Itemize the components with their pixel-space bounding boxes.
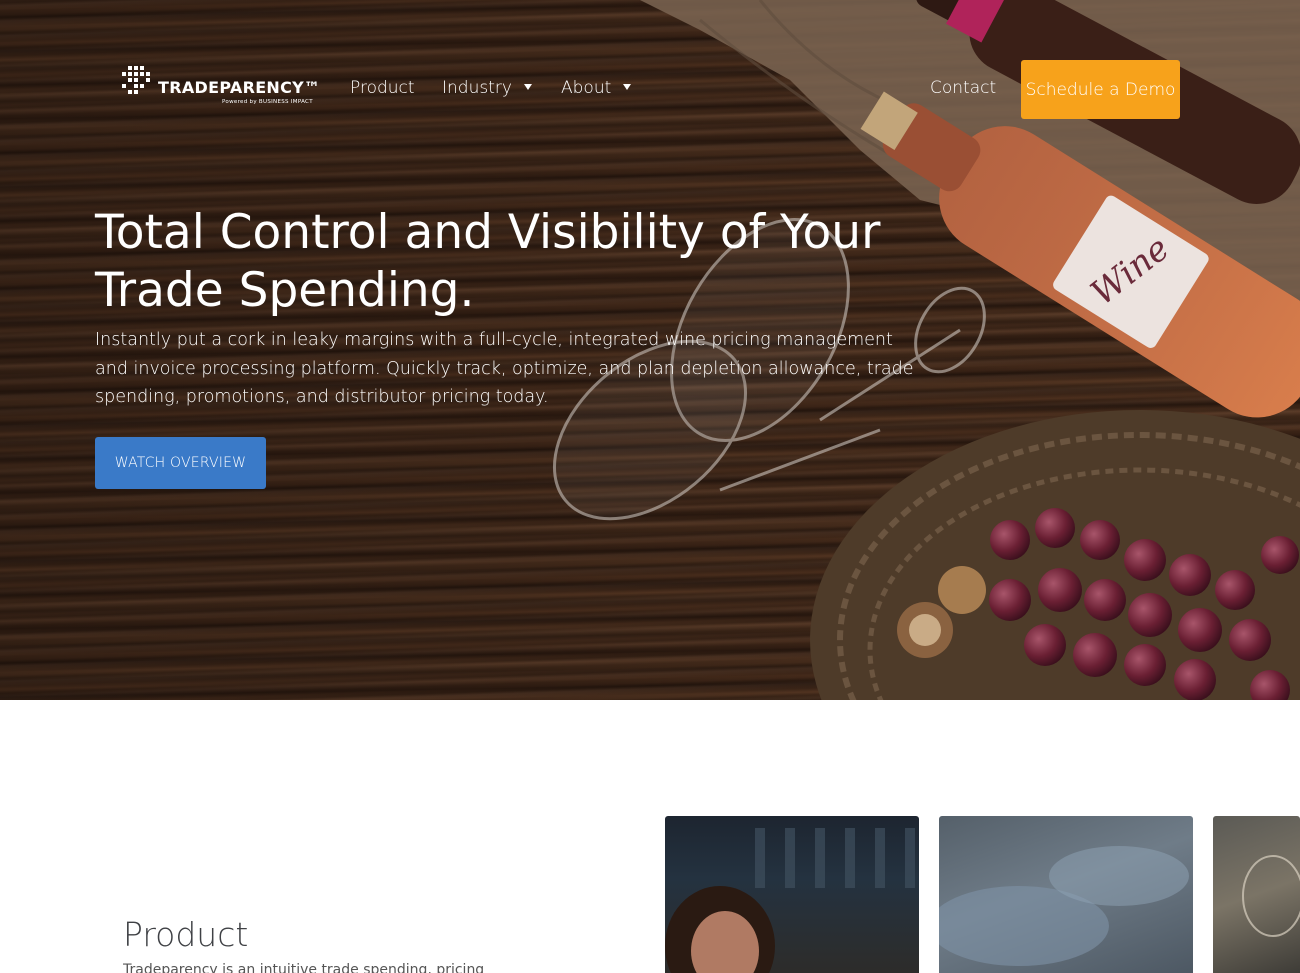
nav-link-industry[interactable]: Industry [442,78,532,98]
product-card-image-2[interactable] [939,816,1193,973]
hero-subtitle: Instantly put a cork in leaky margins wi… [95,330,914,407]
tradeparency-logo[interactable]: TRADEPARENCY™ Powered by BUSINESS IMPACT [122,64,322,108]
hero-section: Wine TRADEPARENCY™ Powered by BUSINESS I… [0,0,1300,700]
hands-working-image [939,846,1189,966]
product-section-heading: Product [123,915,249,954]
nav-link-about[interactable]: About [561,78,632,98]
nav-link-label: Product [350,78,415,98]
logo-text: TRADEPARENCY™ [158,78,321,97]
logo-mark-icon [122,66,150,94]
schedule-demo-button[interactable]: Schedule a Demo [1021,60,1180,119]
product-card-image-1[interactable] [665,816,919,973]
caret-down-icon [523,84,532,90]
product-card-image-3[interactable] [1213,816,1300,973]
nav-link-label: About [561,78,612,98]
nav-link-contact[interactable]: Contact [930,78,996,98]
caret-down-icon [623,84,632,90]
logo-subtitle: Powered by BUSINESS IMPACT [222,99,313,105]
watch-overview-button[interactable]: WATCH OVERVIEW [95,437,266,489]
product-section-text: Tradeparency is an intuitive trade spend… [123,962,485,973]
nav-link-product[interactable]: Product [350,78,415,98]
nav-link-label: Contact [930,78,997,98]
hero-title: Total Control and Visibility of Your Tra… [95,205,881,318]
nav-link-label: Industry [442,78,512,98]
woman-with-wine-image [665,828,915,973]
wine-glass-image [1242,855,1300,937]
top-navigation: TRADEPARENCY™ Powered by BUSINESS IMPACT… [0,0,1300,180]
